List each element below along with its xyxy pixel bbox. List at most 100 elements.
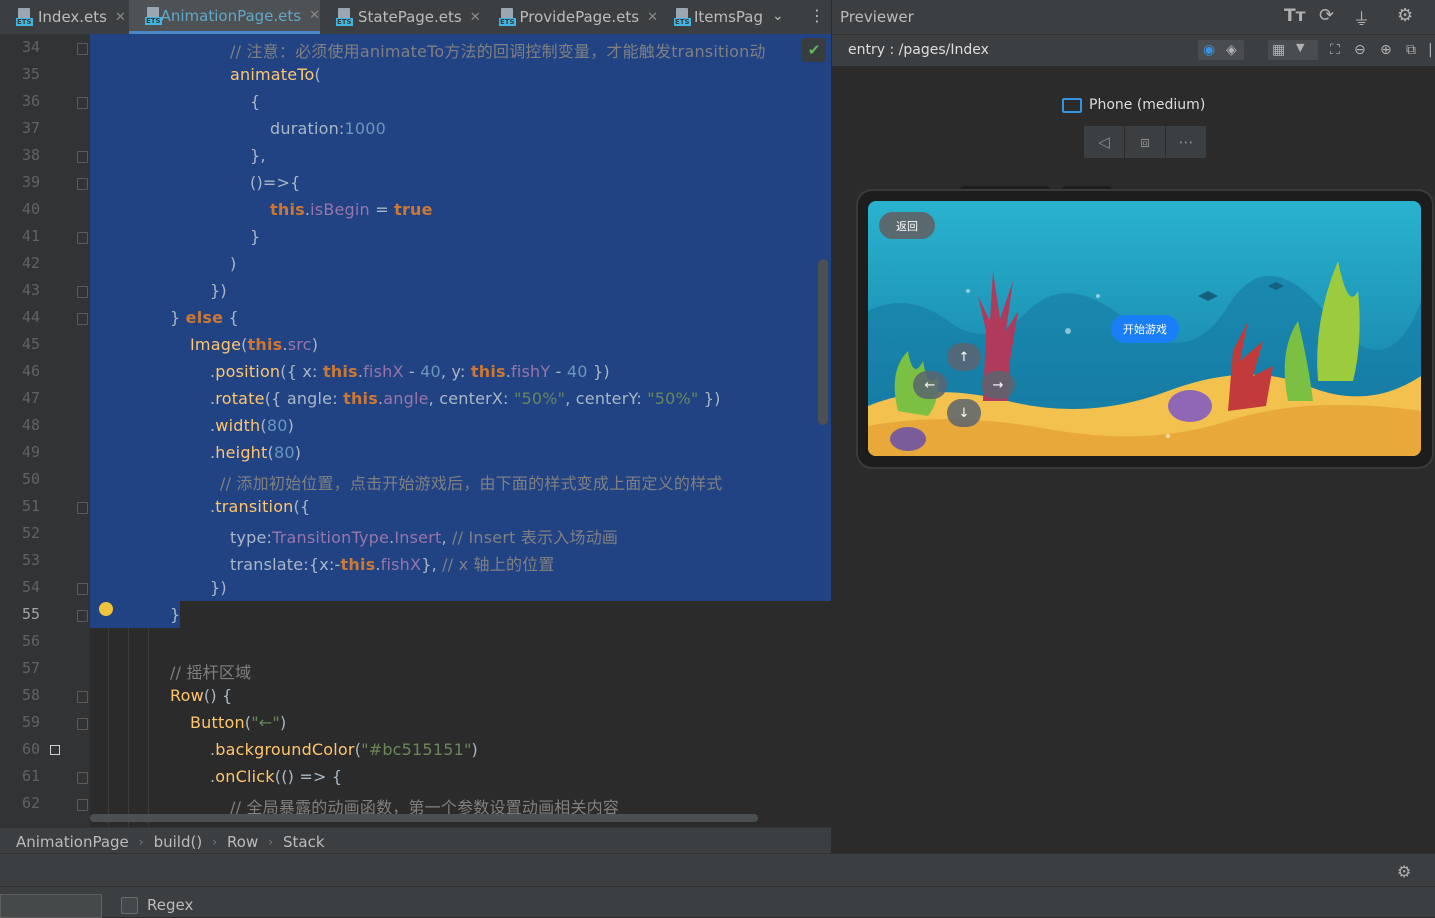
tab-animation-page-ets[interactable]: ETS AnimationPage.ets ✕	[129, 0, 320, 34]
zoom-out-icon[interactable]: ⊖	[1354, 42, 1366, 58]
joystick-down-button[interactable]: ↓	[947, 399, 981, 427]
joystick-left-button[interactable]: ←	[913, 371, 947, 399]
kebab-menu-icon[interactable]: ⋮	[809, 6, 825, 25]
line-number: 40	[21, 200, 40, 218]
fold-marker[interactable]	[77, 583, 88, 595]
gear-icon[interactable]: ⚙	[1397, 5, 1413, 26]
line-number: 46	[21, 362, 40, 380]
back-button[interactable]: 返回	[879, 212, 935, 239]
fold-marker[interactable]	[77, 799, 88, 811]
tab-provide-page-ets[interactable]: ETS ProvidePage.ets ✕	[483, 0, 658, 34]
close-icon[interactable]: ✕	[470, 10, 481, 25]
close-icon[interactable]: ✕	[647, 10, 658, 25]
zoom-in-icon[interactable]: ⊕	[1380, 42, 1392, 58]
regex-label: Regex	[147, 896, 194, 914]
vertical-scrollbar[interactable]	[818, 259, 828, 425]
code-line-53: translate:{x:-this.fishX}, // x 轴上的位置	[230, 555, 555, 574]
fold-marker[interactable]	[77, 43, 88, 55]
fold-marker[interactable]	[77, 313, 88, 325]
line-number: 36	[21, 92, 40, 110]
previewer-title: Previewer	[840, 8, 914, 26]
device-name: Phone (medium)	[1089, 97, 1206, 113]
indent-guide	[128, 628, 129, 827]
fold-marker[interactable]	[77, 286, 88, 298]
tab-state-page-ets[interactable]: ETS StatePage.ets ✕	[320, 0, 483, 34]
fold-marker[interactable]	[77, 772, 88, 784]
ets-file-icon: ETS	[336, 8, 353, 26]
line-number: 43	[21, 281, 40, 299]
regex-checkbox[interactable]	[121, 897, 138, 914]
breakpoint-marker[interactable]	[50, 745, 60, 755]
line-number: 59	[21, 713, 40, 731]
tab-label: StatePage.ets	[358, 8, 462, 26]
indent-guide	[108, 628, 109, 827]
code-editor[interactable]: 34 35 36 37 38 39 40 41 42 43 44 45 46 47 48 49 50 51 52 53…	[0, 34, 831, 827]
line-number: 39	[21, 173, 40, 191]
previewer-toolbar: entry : /pages/Index ◉ ◈ ▦ ▼ ⛶ ⊖ ⊕ ⧉ |	[832, 34, 1435, 67]
code-line-60: .backgroundColor("#bc515151")	[210, 740, 478, 759]
line-number: 56	[21, 632, 40, 650]
fold-marker[interactable]	[77, 232, 88, 244]
back-triangle-icon[interactable]: ◁	[1084, 126, 1125, 158]
tablet-icon	[1062, 97, 1082, 113]
font-size-icon[interactable]: Tт	[1284, 6, 1305, 26]
code-line-50: // 添加初始位置，点击开始游戏后，由下面的样式变成上面定义的样式	[220, 474, 723, 493]
close-icon[interactable]: ✕	[115, 10, 126, 25]
device-screen[interactable]: 返回 开始游戏 ↑ ← → ↓	[868, 201, 1421, 456]
grid-icon[interactable]: ▦	[1272, 42, 1285, 58]
chevron-down-icon[interactable]: ⌄	[772, 8, 784, 24]
breadcrumb: AnimationPage › build() › Row › Stack	[0, 827, 831, 855]
fold-marker[interactable]	[77, 691, 88, 703]
breadcrumb-item[interactable]: build()	[154, 833, 203, 851]
more-horizontal-icon[interactable]: ⋯	[1166, 126, 1206, 158]
tab-label: ItemsPag	[693, 8, 763, 26]
fold-marker[interactable]	[77, 151, 88, 163]
line-number: 58	[21, 686, 40, 704]
tab-items-page[interactable]: ETS ItemsPag	[658, 0, 763, 34]
ets-file-icon: ETS	[499, 8, 516, 26]
fold-marker[interactable]	[77, 718, 88, 730]
chevron-down-icon[interactable]: ▼	[1296, 41, 1304, 54]
breadcrumb-item[interactable]: AnimationPage	[16, 833, 129, 851]
code-line-51: .transition({	[210, 497, 311, 516]
layers-icon[interactable]: ◈	[1226, 42, 1237, 58]
rotate-device-icon[interactable]: ⧈	[1125, 126, 1166, 158]
indent-guide	[148, 628, 149, 827]
line-number: 60	[21, 740, 40, 758]
breadcrumb-item[interactable]: Row	[227, 833, 258, 851]
start-game-button[interactable]: 开始游戏	[1111, 315, 1179, 343]
line-number: 48	[21, 416, 40, 434]
fold-marker[interactable]	[77, 97, 88, 109]
find-input[interactable]	[0, 894, 102, 918]
chevron-right-icon: ›	[212, 834, 218, 849]
code-line-34: // 注意：必须使用animateTo方法的回调控制变量，才能触发transit…	[230, 42, 766, 61]
eye-icon[interactable]: ◉	[1203, 42, 1215, 58]
checkmark-icon[interactable]: ✔	[802, 38, 826, 62]
preview-canvas: Phone (medium) ◁ ⧈ ⋯ 返回 开始游戏 ↑ ← → ↓	[832, 66, 1435, 853]
joystick-up-button[interactable]: ↑	[947, 343, 981, 371]
joystick-right-button[interactable]: →	[981, 371, 1015, 399]
horizontal-scrollbar[interactable]	[90, 814, 758, 822]
gear-icon[interactable]: ⚙	[1397, 862, 1411, 881]
tab-label: AnimationPage.ets	[160, 6, 302, 25]
fit-icon[interactable]: ⛶	[1330, 42, 1340, 58]
screenshot-icon[interactable]: ⧉	[1406, 42, 1416, 58]
lightbulb-icon[interactable]	[99, 602, 113, 616]
chevron-right-icon: ›	[268, 834, 274, 849]
line-number: 37	[21, 119, 40, 137]
tab-index-ets[interactable]: ETS Index.ets ✕	[0, 0, 129, 34]
more-icon[interactable]: |	[1428, 42, 1433, 58]
fold-marker[interactable]	[77, 178, 88, 190]
tab-label: Index.ets	[38, 8, 107, 26]
fold-marker[interactable]	[77, 610, 88, 622]
refresh-icon[interactable]: ⟳	[1319, 5, 1334, 26]
close-icon[interactable]: ✕	[309, 8, 320, 23]
code-line-59: Button("←")	[190, 713, 287, 732]
code-line-37: duration:1000	[270, 119, 387, 138]
breadcrumb-item[interactable]: Stack	[283, 833, 325, 851]
code-line-46: .position({ x: this.fishX - 40, y: this.…	[210, 362, 610, 381]
plug-icon[interactable]: ⏚	[1353, 5, 1370, 30]
fold-marker[interactable]	[77, 502, 88, 514]
code-line-58: Row() {	[170, 686, 233, 705]
code-line-49: .height(80)	[210, 443, 302, 462]
